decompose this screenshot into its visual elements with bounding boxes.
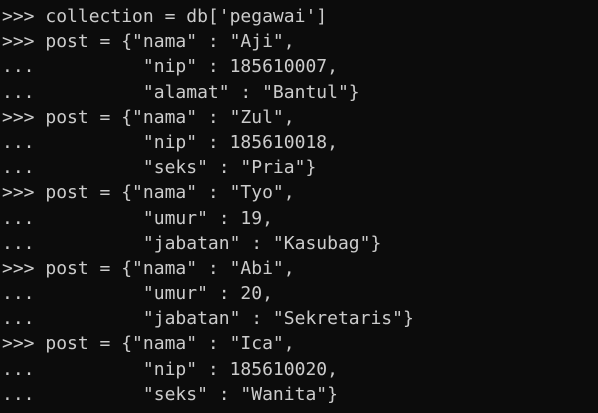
console-line: >>> post = {"nama" : "Zul",: [2, 105, 598, 130]
console-prompt: ...: [2, 131, 46, 153]
console-code: "alamat" : "Bantul"}: [45, 81, 360, 103]
console-code: post = {"nama" : "Aji",: [45, 31, 295, 53]
console-code: "nip" : 185610007,: [45, 56, 338, 78]
console-line: ... "umur" : 20,: [2, 281, 598, 306]
console-line: >>> post = {"nama" : "Ica",: [2, 331, 598, 356]
console-line: ... "seks" : "Pria"}: [2, 155, 598, 180]
console-prompt: ...: [2, 283, 46, 305]
console-prompt: >>>: [2, 333, 46, 355]
console-prompt: ...: [2, 81, 46, 103]
console-line: >>> post = {"nama" : "Aji",: [2, 29, 598, 54]
console-code: "umur" : 19,: [45, 207, 273, 229]
console-code: "nip" : 185610020,: [45, 358, 338, 380]
console-prompt: ...: [2, 157, 46, 179]
console-prompt: >>>: [2, 31, 46, 53]
console-code: "seks" : "Wanita"}: [45, 383, 338, 405]
console-prompt: >>>: [2, 106, 46, 128]
console-prompt: ...: [2, 383, 46, 405]
console-line: ... "alamat" : "Bantul"}: [2, 80, 598, 105]
console-prompt: ...: [2, 232, 46, 254]
console-line: >>> collection = db['pegawai']: [2, 4, 598, 29]
console-line: ... "nip" : 185610018,: [2, 130, 598, 155]
console-line: ... "nip" : 185610007,: [2, 54, 598, 79]
console-code: "seks" : "Pria"}: [45, 157, 317, 179]
console-prompt: ...: [2, 308, 46, 330]
console-code: "umur" : 20,: [45, 283, 273, 305]
console-code: collection = db['pegawai']: [45, 6, 328, 27]
console-prompt: >>>: [2, 182, 46, 204]
console-line: ... "jabatan" : "Kasubag"}: [2, 231, 598, 256]
console-code: post = {"nama" : "Zul",: [45, 106, 295, 128]
console-prompt: ...: [2, 56, 46, 78]
console-code: "jabatan" : "Kasubag"}: [45, 232, 382, 254]
console-line: >>> post = {"nama" : "Abi",: [2, 256, 598, 281]
console-code: "jabatan" : "Sekretaris"}: [45, 308, 414, 330]
console-line: ... "jabatan" : "Sekretaris"}: [2, 306, 598, 331]
console-line: ... "nip" : 185610020,: [2, 357, 598, 382]
console-line: ... "seks" : "Wanita"}: [2, 382, 598, 407]
console-prompt: >>>: [2, 257, 46, 279]
console-code: post = {"nama" : "Abi",: [45, 257, 295, 279]
console-line: ... "umur" : 19,: [2, 206, 598, 231]
console-line: >>> post = {"nama" : "Tyo",: [2, 180, 598, 205]
terminal-console[interactable]: >>> collection = db['pegawai'] >>> post …: [0, 0, 598, 413]
console-prompt: ...: [2, 207, 46, 229]
console-prompt: >>>: [2, 6, 46, 27]
console-code: post = {"nama" : "Tyo",: [45, 182, 295, 204]
console-prompt: ...: [2, 358, 46, 380]
console-code: "nip" : 185610018,: [45, 131, 338, 153]
console-code: post = {"nama" : "Ica",: [45, 333, 295, 355]
